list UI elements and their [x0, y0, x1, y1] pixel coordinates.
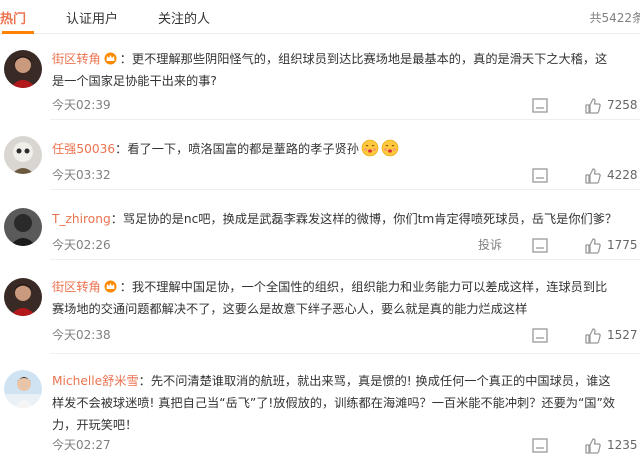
comment-item: 街区转角 ：更不理解那些阴阳怪气的，组织球员到达比赛场地是最基本的，真的是滑天下之… — [0, 34, 640, 120]
like-icon[interactable] — [584, 437, 602, 455]
comment-body-line: 赛场地的交通问题都解决不了，这要么是故意下绊子恶心人，要么就是真的能力烂成这样 — [52, 302, 528, 316]
like-icon[interactable] — [584, 327, 602, 345]
avatar[interactable] — [4, 208, 42, 246]
comment-time: 今天02:27 — [52, 438, 111, 452]
comment-time: 今天02:39 — [52, 98, 111, 112]
comment-text: T_zhirong：骂足协的是nc吧，换成是武磊李霖发这样的微博，你们tm肯定得… — [52, 208, 638, 230]
comment-username[interactable]: 街区转角 — [52, 52, 101, 66]
avatar[interactable] — [4, 136, 42, 174]
like-count: 4228 — [607, 168, 638, 182]
comment-body-line: 力，开玩笑吧！ — [52, 418, 138, 432]
comment-time: 今天02:26 — [52, 238, 111, 252]
like-count: 7258 — [607, 98, 638, 112]
reply-icon[interactable] — [532, 438, 550, 454]
comment-item: 街区转角 ：我不理解中国足协，一个全国性的组织，组织能力和业务能力可以差成这样，连… — [0, 260, 640, 354]
comment-tabs: 热门 认证用户 关注的人 共5422条 — [0, 0, 640, 34]
reply-icon[interactable] — [532, 238, 550, 254]
comment-body-line: 样发不会被球迷喷! 真把自己当“岳飞”了!放假放的，训练都在海滩吗？一百米能不能… — [52, 396, 615, 410]
comment-body-line: ：先不问清楚谁取消的航班，就出来骂，真是惯的! 换成任何一个真正的中国球员，谁这 — [138, 374, 611, 388]
reply-icon[interactable] — [532, 98, 550, 114]
avatar[interactable] — [4, 278, 42, 316]
report-link[interactable]: 投诉 — [478, 236, 502, 253]
comment-username[interactable]: T_zhirong — [52, 212, 111, 226]
like-count: 1775 — [607, 238, 638, 252]
comment-body-line: ：骂足协的是nc吧，换成是武磊李霖发这样的微博，你们tm肯定得喷死球员，岳飞是你… — [110, 212, 618, 226]
avatar[interactable] — [4, 50, 42, 88]
like-count: 1527 — [607, 328, 638, 342]
comment-body-line: ：我不理解中国足协，一个全国性的组织，组织能力和业务能力可以差成这样，连球员到比 — [119, 280, 608, 294]
comment-text: 街区转角 ：我不理解中国足协，一个全国性的组织，组织能力和业务能力可以差成这样，连… — [52, 276, 638, 320]
comment-username[interactable]: Michelle舒米雪 — [52, 374, 139, 388]
comment-username[interactable]: 任强50036 — [52, 142, 115, 156]
tab-following[interactable]: 关注的人 — [158, 8, 210, 27]
like-count: 1235 — [607, 438, 638, 452]
like-icon[interactable] — [584, 97, 602, 115]
comment-body-line: ：看了一下，喷洛国富的都是蕫路的孝子贤孙 — [115, 142, 359, 156]
vip-crown-icon — [103, 278, 118, 293]
comment-item: Michelle舒米雪：先不问清楚谁取消的航班，就出来骂，真是惯的! 换成任何一… — [0, 354, 640, 472]
comment-text: 街区转角 ：更不理解那些阴阳怪气的，组织球员到达比赛场地是最基本的，真的是滑天下之… — [52, 48, 638, 92]
vip-crown-icon — [103, 50, 118, 65]
tab-verified-users[interactable]: 认证用户 — [66, 8, 118, 27]
comment-body-line: 是一个国家足协能干出来的事? — [52, 74, 217, 88]
comment-item: T_zhirong：骂足协的是nc吧，换成是武磊李霖发这样的微博，你们tm肯定得… — [0, 190, 640, 260]
total-comment-count: 共5422条 — [589, 11, 640, 25]
reply-icon[interactable] — [532, 168, 550, 184]
comment-time: 今天03:32 — [52, 168, 111, 182]
tab-hot[interactable]: 热门 — [0, 8, 26, 27]
like-icon[interactable] — [584, 237, 602, 255]
comment-text: Michelle舒米雪：先不问清楚谁取消的航班，就出来骂，真是惯的! 换成任何一… — [52, 370, 638, 436]
avatar[interactable] — [4, 370, 42, 408]
comment-time: 今天02:38 — [52, 328, 111, 342]
comment-text: 任强50036：看了一下，喷洛国富的都是蕫路的孝子贤孙 — [52, 138, 638, 160]
kiss-face-icon — [361, 139, 379, 157]
comment-username[interactable]: 街区转角 — [52, 280, 101, 294]
like-icon[interactable] — [584, 167, 602, 185]
comment-body-line: ：更不理解那些阴阳怪气的，组织球员到达比赛场地是最基本的，真的是滑天下之大稽，这 — [119, 52, 608, 66]
reply-icon[interactable] — [532, 328, 550, 344]
comment-item: 任强50036：看了一下，喷洛国富的都是蕫路的孝子贤孙 今天03:32 4228 — [0, 120, 640, 190]
kiss-face-icon — [381, 139, 399, 157]
